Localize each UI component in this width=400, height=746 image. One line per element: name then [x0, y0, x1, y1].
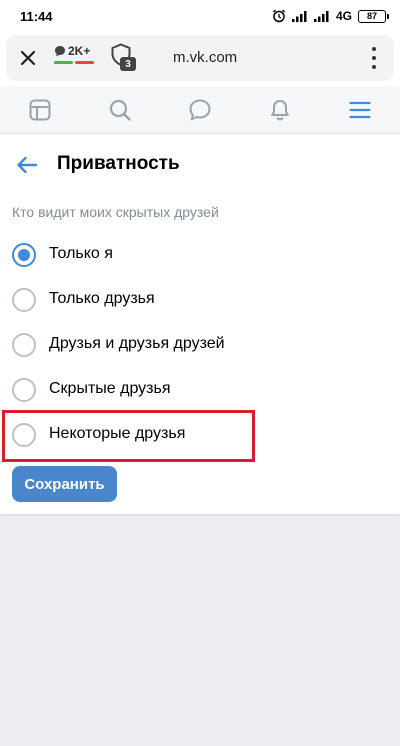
highlight-box	[2, 410, 255, 462]
vk-top-nav	[0, 86, 400, 134]
save-button[interactable]: Сохранить	[12, 466, 117, 502]
more-vertical-icon[interactable]	[364, 47, 384, 69]
status-bar: 11:44 4G 87	[0, 0, 400, 32]
status-indicators: 4G 87	[272, 9, 389, 23]
news-icon[interactable]	[28, 98, 52, 122]
search-icon[interactable]	[108, 98, 132, 122]
option-label: Друзья и друзья друзей	[49, 335, 225, 352]
notifications-icon[interactable]	[268, 98, 292, 122]
back-button[interactable]	[14, 152, 40, 178]
comments-button[interactable]: 2K+	[54, 44, 98, 74]
network-type: 4G	[335, 9, 352, 23]
option-label: Только друзья	[49, 290, 155, 307]
radio-button[interactable]	[12, 333, 36, 357]
alarm-icon	[272, 9, 285, 23]
radio-option-hidden-friends[interactable]: Скрытые друзья	[0, 368, 400, 413]
status-time: 11:44	[20, 8, 53, 24]
menu-icon[interactable]	[348, 98, 372, 122]
section-title: Кто видит моих скрытых друзей	[12, 204, 219, 220]
page-header: Приватность	[0, 134, 400, 194]
messages-icon[interactable]	[188, 98, 212, 122]
address-bar: 2K+ 3 m.vk.com	[6, 35, 394, 81]
battery-level: 87	[366, 11, 377, 21]
chat-bubble-icon	[55, 46, 65, 57]
close-tab-button[interactable]	[16, 46, 40, 70]
comments-count: 2K+	[68, 44, 91, 58]
page-title: Приватность	[57, 153, 180, 174]
arrow-left-icon	[17, 156, 38, 174]
option-label: Только я	[49, 245, 113, 262]
reaction-bars	[54, 61, 98, 64]
url-field[interactable]: m.vk.com	[173, 49, 237, 66]
browser-toolbar: 2K+ 3 m.vk.com	[0, 32, 400, 86]
battery-icon: 87	[358, 9, 389, 23]
shield-count: 3	[120, 57, 136, 71]
radio-button-checked[interactable]	[12, 243, 36, 267]
radio-button[interactable]	[12, 288, 36, 312]
radio-option-only-friends[interactable]: Только друзья	[0, 278, 400, 323]
privacy-card: Приватность Кто видит моих скрытых друзе…	[0, 134, 400, 514]
option-label: Скрытые друзья	[49, 380, 171, 397]
shield-button[interactable]: 3	[110, 43, 138, 73]
radio-option-only-me[interactable]: Только я	[0, 233, 400, 278]
radio-option-friends-of-friends[interactable]: Друзья и друзья друзей	[0, 323, 400, 368]
signal-icon-2	[313, 11, 329, 22]
signal-icon	[291, 11, 307, 22]
radio-button[interactable]	[12, 378, 36, 402]
close-icon	[20, 50, 36, 66]
